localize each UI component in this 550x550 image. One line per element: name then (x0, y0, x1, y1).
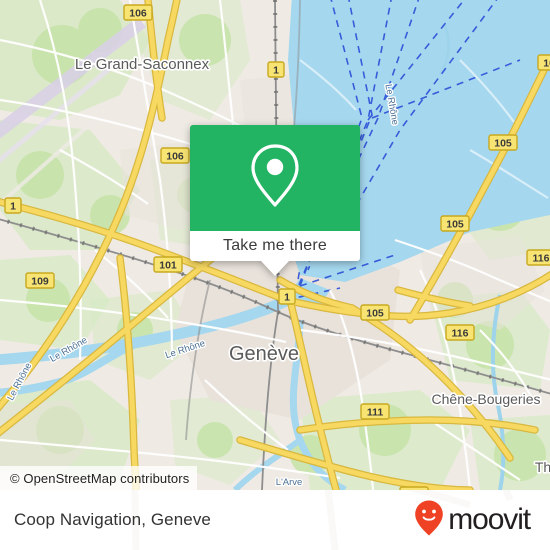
moovit-brand[interactable]: moovit (414, 499, 531, 542)
city-label: GenèveGenève (227, 341, 300, 366)
screenshot-root: Le Rhône Le Rhône Le Rhône Le Rhône Le Rhône… (0, 0, 550, 550)
route-shield[interactable]: 106 (160, 147, 190, 164)
take-me-there-label: Take me there (223, 237, 327, 254)
route-shield[interactable]: 105 (537, 54, 550, 71)
svg-text:106: 106 (129, 8, 147, 20)
svg-text:105: 105 (543, 58, 550, 70)
svg-text:116: 116 (533, 253, 550, 265)
route-shield[interactable]: 1 (267, 61, 285, 78)
svg-text:Chêne-Bougeries: Chêne-Bougeries (432, 391, 541, 407)
route-shield[interactable]: 1 (4, 197, 22, 214)
callout-pointer-tail (261, 261, 289, 276)
svg-text:105: 105 (494, 138, 512, 150)
svg-text:116: 116 (452, 328, 469, 340)
route-shield[interactable]: 116 (526, 249, 550, 266)
route-shield[interactable]: 1 (278, 288, 296, 305)
svg-text:Genève: Genève (229, 343, 299, 365)
route-shield[interactable]: 111 (360, 403, 390, 420)
water-label: L'ArveL'Arve (274, 476, 303, 490)
place-title: Coop Navigation, Geneve (14, 510, 211, 529)
city-label: Le Grand-SaconnexLe Grand-Saconnex (73, 54, 211, 74)
svg-text:106: 106 (166, 151, 184, 163)
moovit-wordmark: moovit (448, 503, 531, 536)
take-me-there-callout[interactable]: Take me there (190, 125, 360, 276)
svg-text:Th: Th (535, 459, 550, 475)
svg-text:1: 1 (10, 201, 16, 213)
route-shield[interactable]: 105 (360, 304, 390, 321)
svg-text:Le Grand-Saconnex: Le Grand-Saconnex (75, 56, 210, 73)
svg-text:111: 111 (367, 407, 384, 419)
callout-header (190, 125, 360, 231)
footer-bar: Coop Navigation, Geneve moovit (0, 490, 550, 550)
osm-attribution-text: © OpenStreetMap contributors (10, 470, 190, 486)
city-label: ThTh (533, 457, 550, 476)
svg-text:109: 109 (31, 276, 49, 288)
svg-text:105: 105 (366, 308, 384, 320)
route-shield[interactable]: 101 (153, 256, 183, 273)
take-me-there-button[interactable]: Take me there (190, 231, 360, 261)
city-label: Chêne-BougeriesChêne-Bougeries (430, 389, 542, 408)
route-shield[interactable]: 105 (440, 215, 470, 232)
moovit-smiley-pin-icon (414, 499, 444, 542)
svg-text:101: 101 (159, 260, 177, 272)
route-shield[interactable]: 109 (25, 272, 55, 289)
map-pin-icon (247, 141, 303, 216)
svg-text:105: 105 (446, 219, 464, 231)
route-shield[interactable]: 116 (445, 324, 475, 341)
svg-text:L'Arve: L'Arve (276, 477, 303, 488)
svg-text:1: 1 (273, 65, 279, 77)
osm-attribution[interactable]: © OpenStreetMap contributors (0, 466, 198, 490)
route-shield[interactable]: 105 (488, 134, 518, 151)
route-shield[interactable]: 106 (123, 4, 153, 21)
svg-text:1: 1 (284, 292, 290, 304)
